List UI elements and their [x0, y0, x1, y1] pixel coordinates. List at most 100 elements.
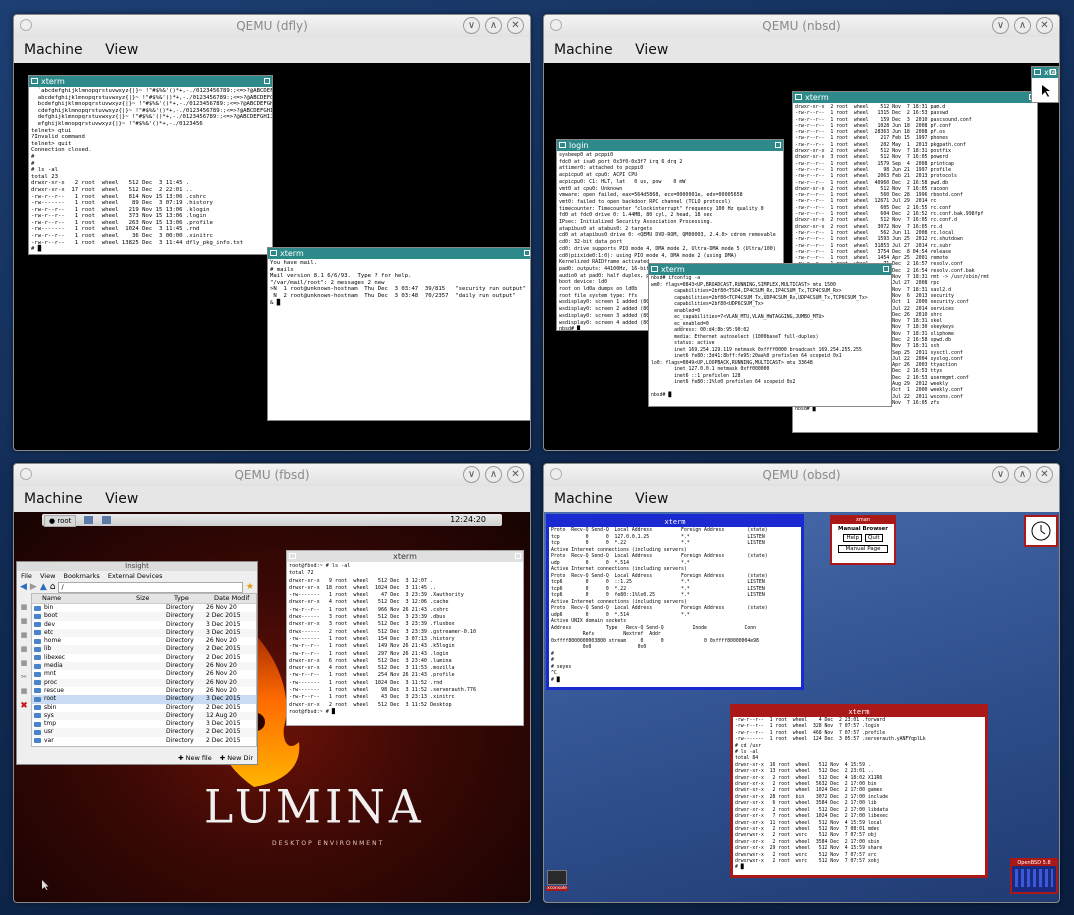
side-tool-icon[interactable]: ▦	[17, 645, 31, 653]
menu-machine[interactable]: Machine	[554, 491, 613, 507]
vm-screen[interactable]: xterm `abcdefghijklmnopqrstuvwxyz{|}~ !"…	[14, 63, 530, 450]
bookmark-star-icon[interactable]: ★	[246, 582, 254, 592]
xman-window[interactable]: xman Manual Browser Help Quit Manual Pag…	[830, 515, 896, 565]
side-tool-icon[interactable]: ▦	[17, 603, 31, 611]
side-tool-icon[interactable]: ✂	[17, 673, 31, 681]
window-menu-icon[interactable]	[20, 468, 32, 480]
minimize-icon[interactable]: ∨	[992, 466, 1009, 483]
window-menu-icon[interactable]	[550, 19, 562, 31]
menu-view[interactable]: View	[635, 491, 668, 507]
window-titlebar[interactable]: QEMU (fbsd) ∨ ∧ ✕	[14, 464, 530, 486]
panel-app-icon[interactable]	[84, 516, 93, 524]
new-file-button[interactable]: ✚ New file	[178, 754, 212, 762]
file-row[interactable]: bin Directory 26 Nov 20	[32, 604, 256, 612]
forward-arrow-icon[interactable]: ▶	[30, 582, 37, 592]
window-titlebar[interactable]: QEMU (obsd) ∨ ∧ ✕	[544, 464, 1059, 486]
xterm-titlebar[interactable]: xterm	[649, 264, 891, 275]
user-menu-button[interactable]: ● root	[44, 515, 77, 527]
file-row[interactable]: proc Directory 26 Nov 20	[32, 678, 256, 687]
side-tool-icon[interactable]: ▦	[17, 631, 31, 639]
file-row[interactable]: dev Directory 3 Dec 2015	[32, 621, 256, 629]
window-titlebar[interactable]: QEMU (dfly) ∨ ∧ ✕	[14, 15, 530, 37]
menu-machine[interactable]: Machine	[554, 42, 613, 58]
delete-icon[interactable]: ✖	[17, 701, 31, 711]
home-icon[interactable]: ⌂	[50, 582, 56, 592]
column-name[interactable]: Name	[32, 594, 136, 603]
up-arrow-icon[interactable]: ▲	[40, 582, 47, 592]
column-size[interactable]: Size	[136, 594, 174, 603]
qemu-window-fbsd[interactable]: QEMU (fbsd) ∨ ∧ ✕ Machine View ● root 12…	[13, 463, 531, 903]
quit-button[interactable]: Quit	[865, 534, 883, 542]
manual-page-button[interactable]: Manual Page	[838, 545, 888, 553]
file-row[interactable]: rescue Directory 26 Nov 20	[32, 687, 256, 695]
side-tool-icon[interactable]: ▦	[17, 617, 31, 625]
minimize-icon[interactable]: ∨	[992, 17, 1009, 34]
qemu-window-dfly[interactable]: QEMU (dfly) ∨ ∧ ✕ Machine View xterm `ab…	[13, 14, 531, 451]
minimize-icon[interactable]: ∨	[463, 17, 480, 34]
file-row[interactable]: etc Directory 3 Dec 2015	[32, 628, 256, 638]
vm-screen[interactable]: xterm drwxr-xr-x 2 root wheel 512 Nov 7 …	[544, 63, 1059, 450]
close-icon[interactable]: ✕	[507, 466, 524, 483]
side-tool-icon[interactable]: ▦	[17, 687, 31, 695]
xterm-titlebar[interactable]: xterm	[29, 76, 272, 87]
terminal-output[interactable]: You have mail. # mailx Mail version 8.1 6/…	[268, 259, 530, 307]
file-row[interactable]: var Directory 2 Dec 2015	[32, 737, 256, 745]
xterm-titlebar[interactable]: xterm	[793, 92, 1037, 103]
maximize-icon[interactable]: ∧	[485, 17, 502, 34]
xterm-titlebar[interactable]: xterm	[287, 551, 523, 562]
column-date[interactable]: Date Modif	[214, 594, 250, 603]
menu-external-devices[interactable]: External Devices	[108, 572, 163, 580]
small-xterm-window[interactable]: xte	[1031, 66, 1059, 103]
login-titlebar[interactable]: login	[557, 140, 783, 151]
vm-screen[interactable]: ● root 12:24:20 Insight File View Bookma…	[14, 512, 530, 902]
close-icon[interactable]: ✕	[507, 17, 524, 34]
file-list[interactable]: Name Size Type Date Modif bin Directory 26…	[31, 593, 257, 747]
terminal-output[interactable]: `abcdefghijklmnopqrstuvwxyz{|}~ !"#$%&'(…	[29, 87, 272, 254]
xterm-titlebar[interactable]: xterm	[733, 707, 985, 717]
xterm-window[interactable]: xterm root@fbsd:~ # ls -al total 72 drwxr-…	[286, 550, 524, 726]
file-row[interactable]: media Directory 26 Nov 20	[32, 662, 256, 671]
terminal-output[interactable]: Proto Recv-Q Send-Q Local Address Foreig…	[549, 527, 801, 685]
window-menu-icon[interactable]	[20, 19, 32, 31]
xconsole-icon[interactable]: xconsole	[546, 870, 568, 894]
file-row[interactable]: usr Directory 2 Dec 2015	[32, 728, 256, 737]
close-icon[interactable]: ✕	[1036, 466, 1053, 483]
file-row[interactable]: root Directory 3 Dec 2015	[32, 695, 256, 704]
xterm-titlebar[interactable]: xte	[1032, 67, 1058, 78]
xterm-mail-window[interactable]: xterm You have mail. # mailx Mail version …	[267, 247, 530, 421]
maximize-icon[interactable]: ∧	[1014, 17, 1031, 34]
menu-view[interactable]: View	[105, 491, 138, 507]
column-type[interactable]: Type	[174, 594, 214, 603]
menu-view[interactable]: View	[635, 42, 668, 58]
file-row[interactable]: mnt Directory 26 Nov 20	[32, 670, 256, 678]
minimize-icon[interactable]: ∨	[463, 466, 480, 483]
file-row[interactable]: sbin Directory 2 Dec 2015	[32, 704, 256, 712]
insight-titlebar[interactable]: Insight	[17, 562, 257, 571]
xterm-usr-listing-window[interactable]: xterm -rw-r--r-- 1 root wheel 4 Dec 2 23…	[730, 704, 988, 878]
close-icon[interactable]: ✕	[1036, 17, 1053, 34]
file-row[interactable]: boot Directory 2 Dec 2015	[32, 612, 256, 621]
path-input[interactable]: /	[58, 581, 243, 593]
maximize-icon[interactable]: ∧	[1014, 466, 1031, 483]
qemu-window-nbsd[interactable]: QEMU (nbsd) ∨ ∧ ✕ Machine View xterm drw…	[543, 14, 1060, 451]
file-row[interactable]: sys Directory 12 Aug 20	[32, 711, 256, 721]
vm-screen[interactable]: xterm Proto Recv-Q Send-Q Local Address …	[544, 512, 1059, 902]
terminal-output[interactable]: root@fbsd:~ # ls -al total 72 drwxr-xr-x 9…	[287, 562, 523, 717]
menu-file[interactable]: File	[21, 572, 32, 580]
new-dir-button[interactable]: ✚ New Dir	[220, 754, 253, 762]
back-arrow-icon[interactable]: ◀	[20, 582, 27, 592]
xterm-titlebar[interactable]: xterm	[549, 517, 801, 527]
xterm-ifconfig-window[interactable]: xterm nbsd# ifconfig -a wm0: flags=8843<U…	[648, 263, 892, 407]
xterm-window[interactable]: xterm `abcdefghijklmnopqrstuvwxyz{|}~ !"…	[28, 75, 273, 255]
file-row[interactable]: home Directory 26 Nov 20	[32, 637, 256, 645]
maximize-icon[interactable]: ∧	[485, 466, 502, 483]
menu-view[interactable]: View	[40, 572, 55, 580]
window-menu-icon[interactable]	[550, 468, 562, 480]
side-tool-icon[interactable]: ▦	[17, 659, 31, 667]
qemu-window-obsd[interactable]: QEMU (obsd) ∨ ∧ ✕ Machine View xterm Pro…	[543, 463, 1060, 903]
file-row[interactable]: libexec Directory 2 Dec 2015	[32, 654, 256, 662]
xterm-titlebar[interactable]: xterm	[268, 248, 530, 259]
menu-bookmarks[interactable]: Bookmarks	[63, 572, 99, 580]
file-row[interactable]: lib Directory 2 Dec 2015	[32, 645, 256, 654]
xman-titlebar[interactable]: xman	[832, 517, 894, 524]
